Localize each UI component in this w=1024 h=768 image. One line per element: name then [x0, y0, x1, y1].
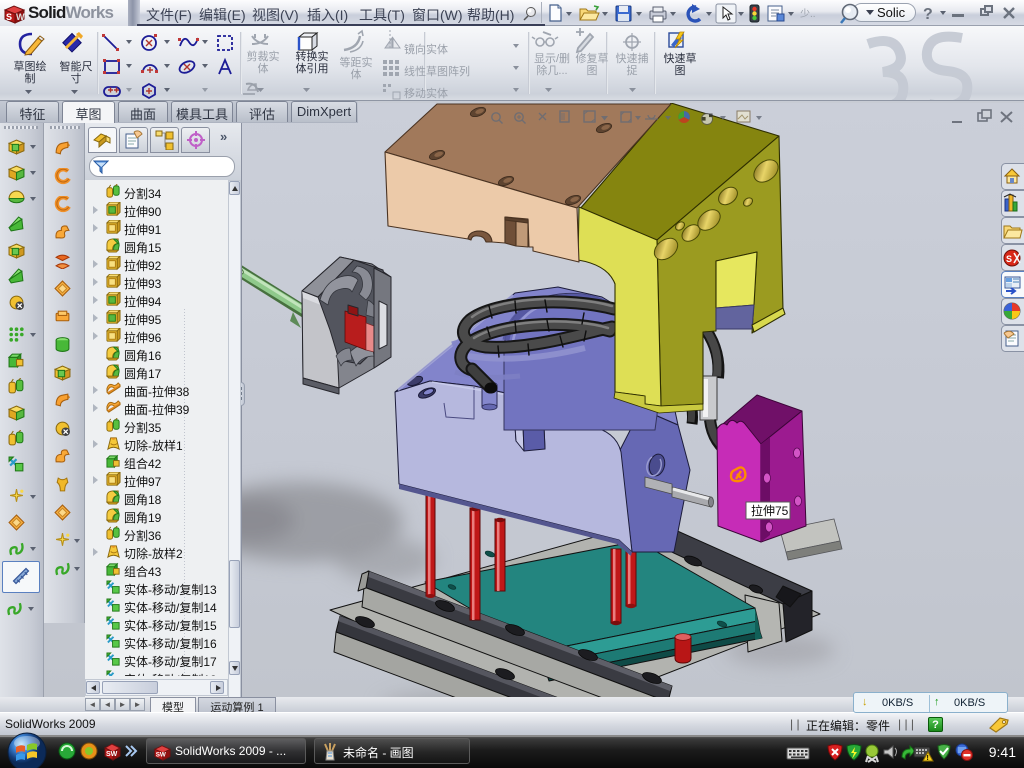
- svg-text:!: !: [927, 755, 929, 762]
- svg-text:少..: 少..: [800, 8, 816, 20]
- svg-text:拉伸75: 拉伸75: [751, 503, 789, 518]
- svg-text:S: S: [1006, 254, 1012, 264]
- svg-text:W: W: [16, 12, 25, 22]
- svg-text:SW: SW: [156, 752, 166, 759]
- svg-text:S: S: [6, 12, 12, 22]
- svg-text:SW: SW: [106, 751, 118, 758]
